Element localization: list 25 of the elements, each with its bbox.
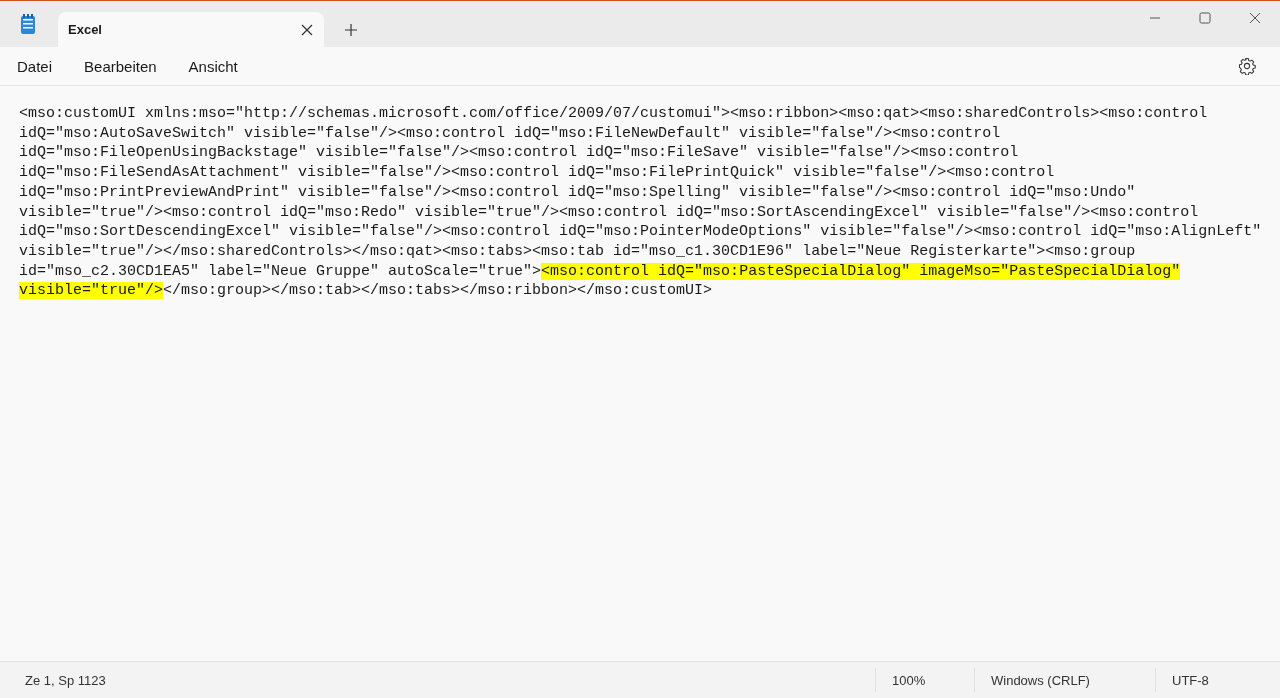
encoding: UTF-8	[1171, 672, 1210, 688]
close-icon[interactable]	[1249, 12, 1261, 24]
tab-title: Excel	[68, 22, 103, 37]
text-line: <mso:customUI xmlns:mso="http://schemas.microsoft.com/office/2009/07/customui"><mso:ribbon><mso:qat><mso:sharedControls><mso:control	[19, 104, 1208, 124]
settings-icon[interactable]	[1238, 57, 1256, 75]
text-line: idQ="mso:PrintPreviewAndPrint" visible="false"/><mso:control idQ="mso:Spelling" visible="false"/><mso:control idQ="mso:Undo"	[19, 182, 1136, 203]
zoom-level: 100%	[891, 672, 927, 688]
close-icon[interactable]	[300, 22, 314, 37]
line-ending: Windows (CRLF)	[990, 672, 1091, 688]
menu-item[interactable]: Ansicht	[177, 51, 249, 81]
notepad-icon	[18, 13, 38, 35]
menu-item[interactable]: Bearbeiten	[73, 51, 168, 81]
text-line: idQ="mso:SortDescendingExcel" visible="false"/><mso:control idQ="mso:PointerModeOptions" visible="false"/><mso:control idQ="mso:AlignLeft"	[19, 222, 1262, 242]
menu-item[interactable]: Datei	[6, 51, 64, 81]
text-line: visible="true"/><mso:control idQ="mso:Redo" visible="true"/><mso:control idQ="mso:SortAscendingExcel" visible="false"/><mso:control	[19, 202, 1199, 223]
text-line: idQ="mso:FileSendAsAttachment" visible="false"/><mso:control idQ="mso:FilePrintQuick" visible="false"/><mso:control	[19, 163, 1055, 183]
text-line: id="mso_c2.30CD1EA5" label="Neue Gruppe" autoScale="true"><mso:control idQ="mso:PasteSpecialDialog" imageMso="PasteSpecialDialog"	[19, 261, 1181, 282]
text-line: idQ="mso:AutoSaveSwitch" visible="false"/><mso:control idQ="mso:FileNewDefault" visible="false"/><mso:control	[19, 123, 1001, 144]
text-line: visible="true"/></mso:sharedControls></mso:qat><mso:tabs><mso:tab id="mso_c1.30CD1E96" label="Neue Registerkarte"><mso:group	[19, 241, 1136, 262]
new-tab-icon[interactable]	[344, 23, 358, 37]
document-tab[interactable]: Excel	[58, 12, 324, 47]
maximize-icon[interactable]	[1199, 12, 1211, 24]
text-line: idQ="mso:FileOpenUsingBackstage" visible="false"/><mso:control idQ="mso:FileSave" visible="false"/><mso:control	[19, 143, 1019, 164]
text-line: visible="true"/></mso:group></mso:tab></mso:tabs></mso:ribbon></mso:customUI>	[19, 281, 713, 302]
cursor-position: Ze 1, Sp 1123	[24, 672, 107, 688]
